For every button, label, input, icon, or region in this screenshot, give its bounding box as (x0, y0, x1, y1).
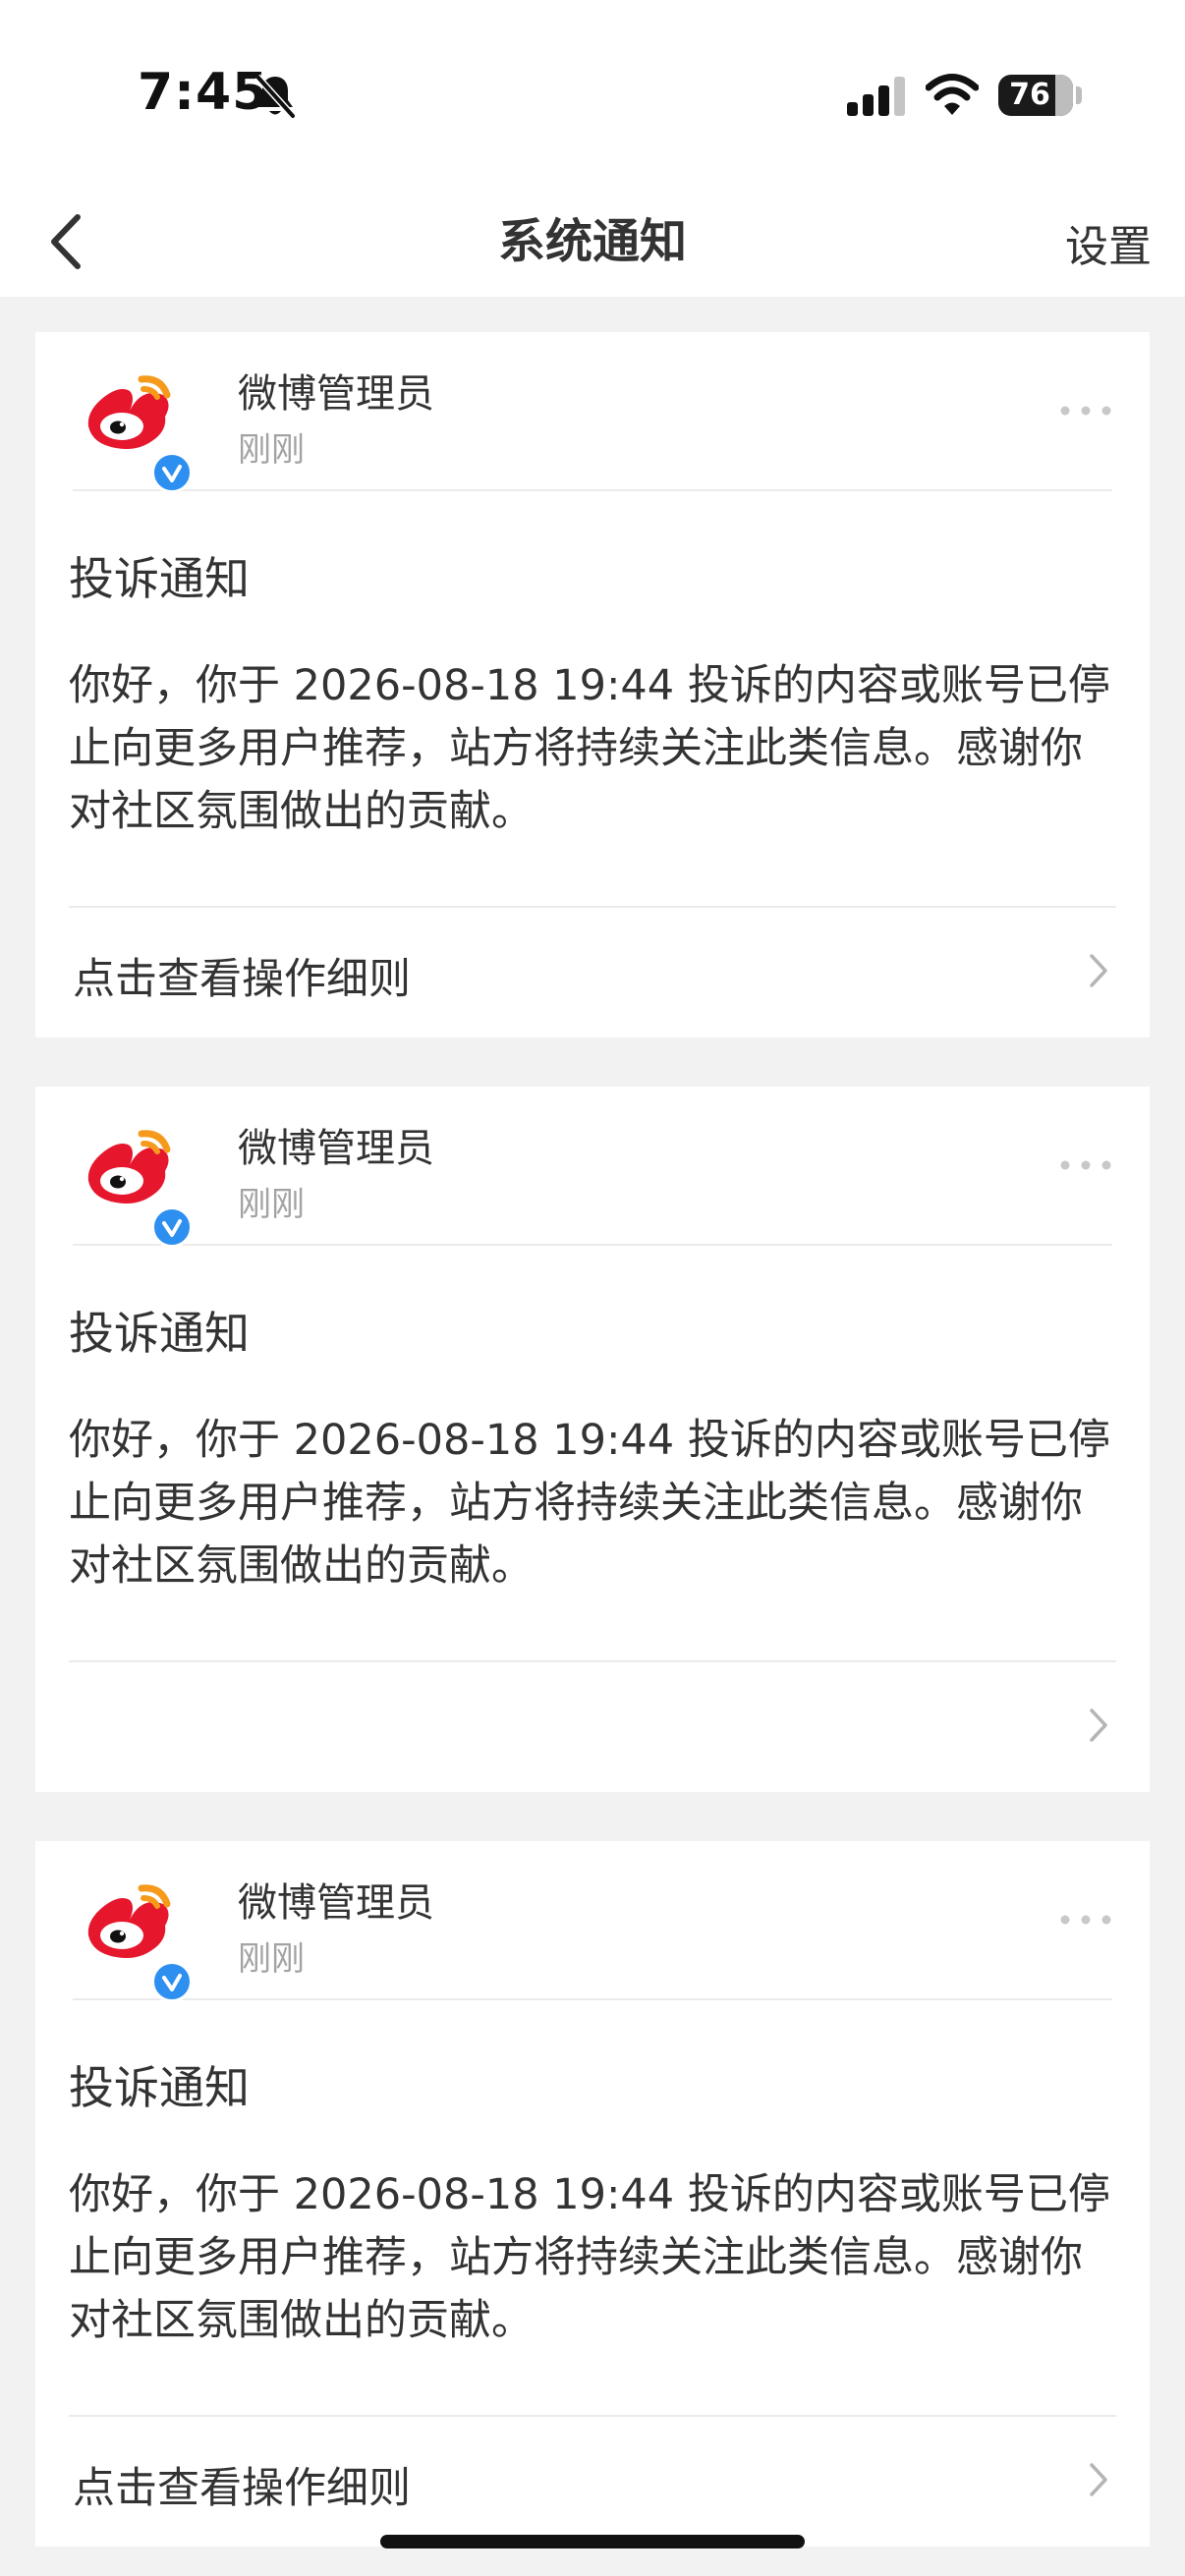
avatar[interactable] (77, 1112, 193, 1248)
view-rules-link[interactable]: 点击查看操作细则 (69, 2415, 1116, 2545)
page-title: 系统通知 (497, 214, 687, 269)
weibo-logo-icon (87, 375, 171, 449)
battery-level: 76 (1009, 78, 1050, 112)
sender-name[interactable]: 微博管理员 (238, 1116, 434, 1173)
more-options-button[interactable] (1044, 1136, 1112, 1195)
sender-time: 刚刚 (238, 1185, 305, 1224)
battery-cap (1076, 86, 1082, 104)
view-rules-label: 点击查看操作细则 (73, 955, 411, 1004)
notice-title: 投诉通知 (69, 552, 250, 605)
cellular-signal-icon (847, 77, 905, 116)
more-options-button[interactable] (1044, 381, 1112, 440)
sender-time: 刚刚 (238, 1939, 305, 1979)
card-header: 微博管理员 刚刚 (73, 1087, 1112, 1248)
sender-name[interactable]: 微博管理员 (238, 1871, 434, 1928)
weibo-logo-icon (87, 1884, 171, 1958)
weibo-logo-icon (87, 1130, 171, 1204)
sender-time: 刚刚 (238, 430, 305, 470)
notice-title: 投诉通知 (69, 1307, 250, 1360)
notification-card: 微博管理员 刚刚 投诉通知 你好，你于 2026-08-18 19:44 投诉的… (35, 1841, 1150, 2547)
view-rules-link[interactable]: 点击查看操作细则 (69, 906, 1116, 1036)
chevron-right-icon (1090, 2463, 1107, 2496)
more-dots-icon (1060, 1160, 1111, 1170)
more-dots-icon (1060, 406, 1111, 416)
notice-body: 你好，你于 2026-08-18 19:44 投诉的内容或账号已停止向更多用户推… (69, 661, 1110, 836)
chevron-right-icon (1090, 1708, 1107, 1742)
chevron-left-icon (51, 214, 81, 269)
home-indicator (380, 2535, 805, 2548)
back-button[interactable] (22, 195, 110, 289)
more-options-button[interactable] (1044, 1890, 1112, 1949)
view-rules-label: 点击查看操作细则 (73, 2464, 411, 2513)
wifi-icon (926, 74, 979, 115)
notice-title: 投诉通知 (69, 2061, 250, 2114)
sender-name[interactable]: 微博管理员 (238, 362, 434, 419)
notice-body: 你好，你于 2026-08-18 19:44 投诉的内容或账号已停止向更多用户推… (69, 1416, 1110, 1591)
chevron-right-icon (1090, 954, 1107, 987)
bell-slash-icon (254, 74, 296, 119)
more-dots-icon (1060, 1915, 1111, 1925)
settings-button[interactable]: 设置 (1065, 208, 1152, 287)
battery-icon: 76 (998, 75, 1073, 116)
verified-icon (151, 452, 193, 493)
status-time: 7:45 (138, 63, 269, 122)
verified-icon (151, 1961, 193, 2002)
avatar[interactable] (77, 358, 193, 493)
card-header: 微博管理员 刚刚 (73, 332, 1112, 493)
status-bar: 7:45 76 (0, 0, 1185, 187)
card-header: 微博管理员 刚刚 (73, 1841, 1112, 2002)
nav-bar: 系统通知 设置 (0, 187, 1185, 297)
view-rules-link[interactable] (69, 1660, 1116, 1790)
notification-card: 微博管理员 刚刚 投诉通知 你好，你于 2026-08-18 19:44 投诉的… (35, 1087, 1150, 1792)
verified-icon (151, 1206, 193, 1248)
notification-card: 微博管理员 刚刚 投诉通知 你好，你于 2026-08-18 19:44 投诉的… (35, 332, 1150, 1037)
notice-body: 你好，你于 2026-08-18 19:44 投诉的内容或账号已停止向更多用户推… (69, 2170, 1110, 2345)
avatar[interactable] (77, 1867, 193, 2002)
